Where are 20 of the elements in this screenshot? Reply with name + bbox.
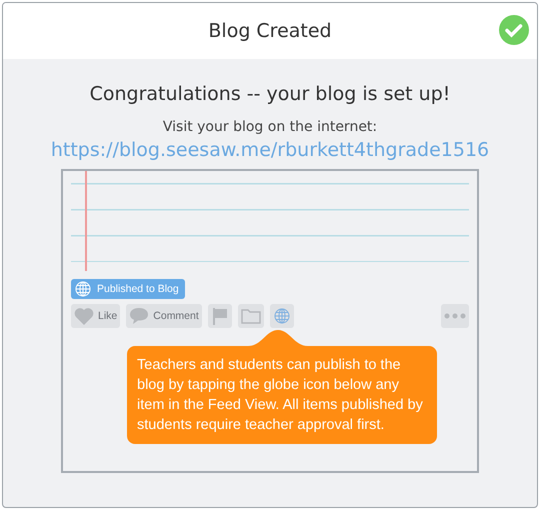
folder-icon (240, 308, 261, 324)
comment-button[interactable]: Comment (126, 304, 202, 328)
more-button[interactable] (441, 304, 469, 328)
folder-button[interactable] (238, 304, 264, 328)
badge-label: Published to Blog (97, 283, 179, 295)
tooltip-pointer (248, 330, 308, 346)
flag-icon (212, 307, 228, 325)
checkmark-icon (499, 15, 529, 45)
like-button[interactable]: Like (71, 304, 120, 328)
heart-icon (74, 307, 94, 325)
dialog-title: Blog Created (208, 20, 332, 42)
globe-button[interactable] (270, 304, 294, 328)
congratulations-heading: Congratulations -- your blog is set up! (90, 83, 450, 105)
flag-button[interactable] (208, 304, 232, 328)
visit-label: Visit your blog on the internet: (162, 119, 378, 135)
more-icon (444, 313, 466, 319)
speech-bubble-icon (129, 307, 150, 325)
globe-icon (274, 308, 290, 324)
globe-icon (75, 281, 91, 297)
blog-link[interactable]: https://blog.seesaw.me/rburkett4thgrade1516 (50, 139, 490, 161)
